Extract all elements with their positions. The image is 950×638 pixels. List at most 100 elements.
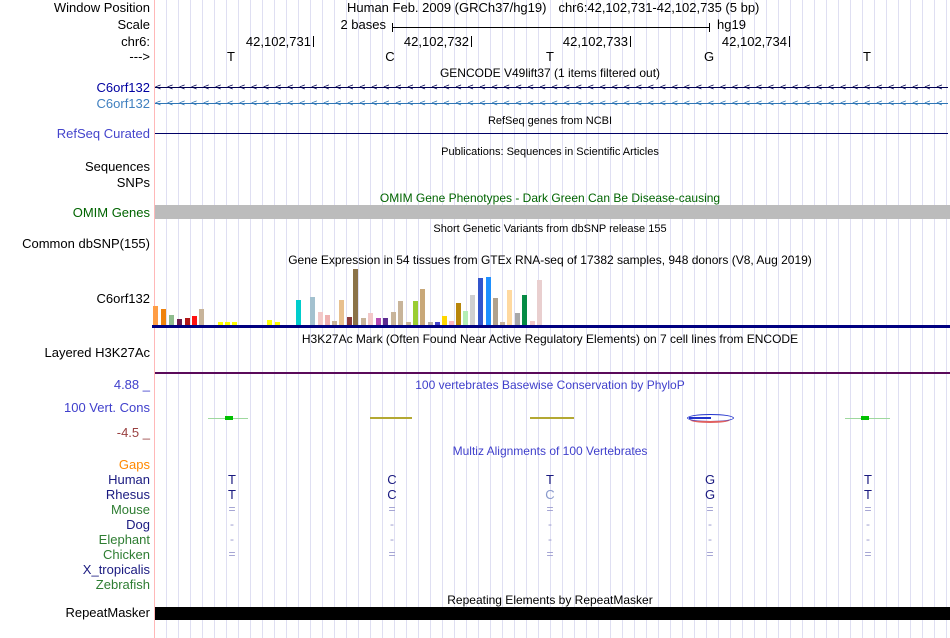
gtex-expression-bar[interactable] bbox=[398, 301, 403, 325]
omim-genes-label[interactable]: OMIM Genes bbox=[0, 206, 150, 220]
coordinate-label: 42,102,734 bbox=[721, 34, 787, 49]
gtex-expression-bar[interactable] bbox=[177, 319, 182, 325]
repeatmasker-track-title: Repeating Elements by RepeatMasker bbox=[447, 593, 653, 607]
chromosome-label: chr6: bbox=[121, 34, 150, 49]
gtex-expression-bar[interactable] bbox=[428, 322, 433, 325]
gencode-gene-label[interactable]: C6orf132 bbox=[0, 97, 150, 111]
snps-track-label[interactable]: SNPs bbox=[0, 176, 150, 190]
multiz-alignment-cell: = bbox=[388, 547, 396, 561]
multiz-alignment-cell: - bbox=[390, 517, 394, 531]
multiz-species-label[interactable]: X_tropicalis bbox=[0, 562, 150, 577]
gtex-expression-bar[interactable] bbox=[199, 309, 204, 325]
gtex-expression-bar[interactable] bbox=[493, 298, 498, 325]
multiz-alignment-cell: = bbox=[706, 547, 714, 561]
gencode-transcript-row[interactable]: <<<<<<<<<<<<<<<<<<<<<<<<<<<<<<<<<<<<<<<<… bbox=[155, 81, 948, 94]
gtex-expression-bar[interactable] bbox=[169, 315, 174, 325]
multiz-species-label[interactable]: Gaps bbox=[0, 457, 150, 472]
multiz-alignment-cell: - bbox=[708, 532, 712, 546]
gencode-gene-label[interactable]: C6orf132 bbox=[0, 81, 150, 95]
gtex-expression-bar[interactable] bbox=[478, 278, 483, 325]
gtex-expression-bar[interactable] bbox=[515, 313, 520, 325]
common-dbsnp-label[interactable]: Common dbSNP(155) bbox=[0, 237, 150, 251]
multiz-species-label[interactable]: Dog bbox=[0, 517, 150, 532]
gtex-expression-bar[interactable] bbox=[153, 306, 158, 325]
gtex-expression-bar[interactable] bbox=[530, 321, 535, 325]
vert-cons-label[interactable]: 100 Vert. Cons bbox=[0, 401, 150, 415]
multiz-alignment-cell: - bbox=[866, 517, 870, 531]
gtex-expression-bar[interactable] bbox=[267, 320, 272, 325]
gtex-expression-bar[interactable] bbox=[507, 290, 512, 325]
gtex-expression-bar[interactable] bbox=[470, 295, 475, 325]
gtex-expression-bar[interactable] bbox=[391, 312, 396, 325]
gtex-expression-bar[interactable] bbox=[192, 316, 197, 325]
multiz-alignment-cell: = bbox=[546, 547, 554, 561]
multiz-species-label[interactable]: Rhesus bbox=[0, 487, 150, 502]
refseq-curated-label[interactable]: RefSeq Curated bbox=[0, 127, 150, 141]
repeatmasker-label[interactable]: RepeatMasker bbox=[0, 606, 150, 620]
gtex-expression-bar[interactable] bbox=[325, 315, 330, 325]
gtex-expression-bar[interactable] bbox=[296, 300, 301, 325]
genome-tag: hg19 bbox=[717, 17, 746, 32]
gtex-expression-bar[interactable] bbox=[275, 322, 280, 325]
gtex-expression-bar[interactable] bbox=[383, 318, 388, 325]
multiz-species-label[interactable]: Chicken bbox=[0, 547, 150, 562]
sequence-base: G bbox=[703, 49, 715, 64]
gtex-expression-bar[interactable] bbox=[161, 309, 166, 325]
gtex-gene-label[interactable]: C6orf132 bbox=[0, 292, 150, 306]
gtex-baseline bbox=[152, 325, 950, 328]
gtex-expression-bar[interactable] bbox=[225, 322, 230, 325]
gtex-expression-bar[interactable] bbox=[406, 322, 411, 325]
gtex-expression-bar[interactable] bbox=[339, 300, 344, 325]
scale-bar bbox=[392, 23, 710, 32]
gtex-expression-bar[interactable] bbox=[442, 316, 447, 325]
gtex-expression-bar[interactable] bbox=[486, 277, 491, 325]
gtex-expression-bar[interactable] bbox=[413, 301, 418, 325]
strand-direction-label: ---> bbox=[129, 49, 150, 64]
sequences-track-label[interactable]: Sequences bbox=[0, 160, 150, 174]
multiz-alignment-cell: - bbox=[230, 532, 234, 546]
gtex-expression-bar[interactable] bbox=[368, 313, 373, 325]
omim-track-title: OMIM Gene Phenotypes - Dark Green Can Be… bbox=[379, 191, 721, 205]
multiz-track-title: Multiz Alignments of 100 Vertebrates bbox=[452, 444, 648, 458]
multiz-species-label[interactable]: Elephant bbox=[0, 532, 150, 547]
refseq-gene-line[interactable] bbox=[155, 133, 948, 134]
strand-arrowheads: <<<<<<<<<<<<<<<<<<<<<<<<<<<<<<<<<<<<<<<<… bbox=[155, 98, 948, 109]
gtex-expression-bar[interactable] bbox=[522, 295, 527, 325]
multiz-species-label[interactable]: Mouse bbox=[0, 502, 150, 517]
gtex-expression-bar[interactable] bbox=[537, 280, 542, 325]
gtex-expression-bar[interactable] bbox=[347, 317, 352, 325]
gtex-expression-bar[interactable] bbox=[232, 322, 237, 325]
gtex-expression-bar[interactable] bbox=[456, 303, 461, 325]
gtex-expression-bar[interactable] bbox=[500, 322, 505, 325]
phylop-neutral-mark bbox=[370, 417, 412, 419]
multiz-alignment-cell: = bbox=[388, 502, 396, 516]
gtex-expression-bar[interactable] bbox=[353, 269, 358, 325]
publications-track-title: Publications: Sequences in Scientific Ar… bbox=[441, 146, 659, 158]
gtex-expression-bar[interactable] bbox=[185, 318, 190, 325]
multiz-species-label[interactable]: Zebrafish bbox=[0, 577, 150, 592]
layered-h3k27ac-label[interactable]: Layered H3K27Ac bbox=[0, 346, 150, 360]
gtex-expression-bar[interactable] bbox=[310, 297, 315, 325]
gencode-transcript-row[interactable]: <<<<<<<<<<<<<<<<<<<<<<<<<<<<<<<<<<<<<<<<… bbox=[155, 97, 948, 110]
repeatmasker-element-bar[interactable] bbox=[155, 607, 950, 620]
gencode-track-title: GENCODE V49lift37 (1 items filtered out) bbox=[439, 66, 661, 80]
gtex-expression-bar[interactable] bbox=[318, 312, 323, 325]
multiz-species-label[interactable]: Human bbox=[0, 472, 150, 487]
gtex-expression-bar[interactable] bbox=[449, 321, 454, 325]
multiz-alignment-cell: T bbox=[228, 472, 236, 487]
multiz-alignment-cell: = bbox=[546, 502, 554, 516]
gtex-expression-bar[interactable] bbox=[420, 289, 425, 325]
omim-gene-bar[interactable] bbox=[155, 205, 950, 219]
multiz-alignment-cell: T bbox=[864, 487, 872, 502]
gtex-expression-bar[interactable] bbox=[332, 321, 337, 325]
multiz-alignment-cell: = bbox=[706, 502, 714, 516]
gtex-expression-bar[interactable] bbox=[376, 318, 381, 325]
gtex-expression-bar[interactable] bbox=[435, 322, 440, 325]
phylop-neutral-mark bbox=[530, 417, 574, 419]
gtex-expression-bar[interactable] bbox=[361, 318, 366, 325]
gtex-expression-bar[interactable] bbox=[218, 322, 223, 325]
gtex-expression-bar[interactable] bbox=[463, 311, 468, 325]
multiz-alignment-cell: T bbox=[228, 487, 236, 502]
multiz-alignment-cell: T bbox=[864, 472, 872, 487]
coordinate-tick bbox=[630, 36, 631, 47]
